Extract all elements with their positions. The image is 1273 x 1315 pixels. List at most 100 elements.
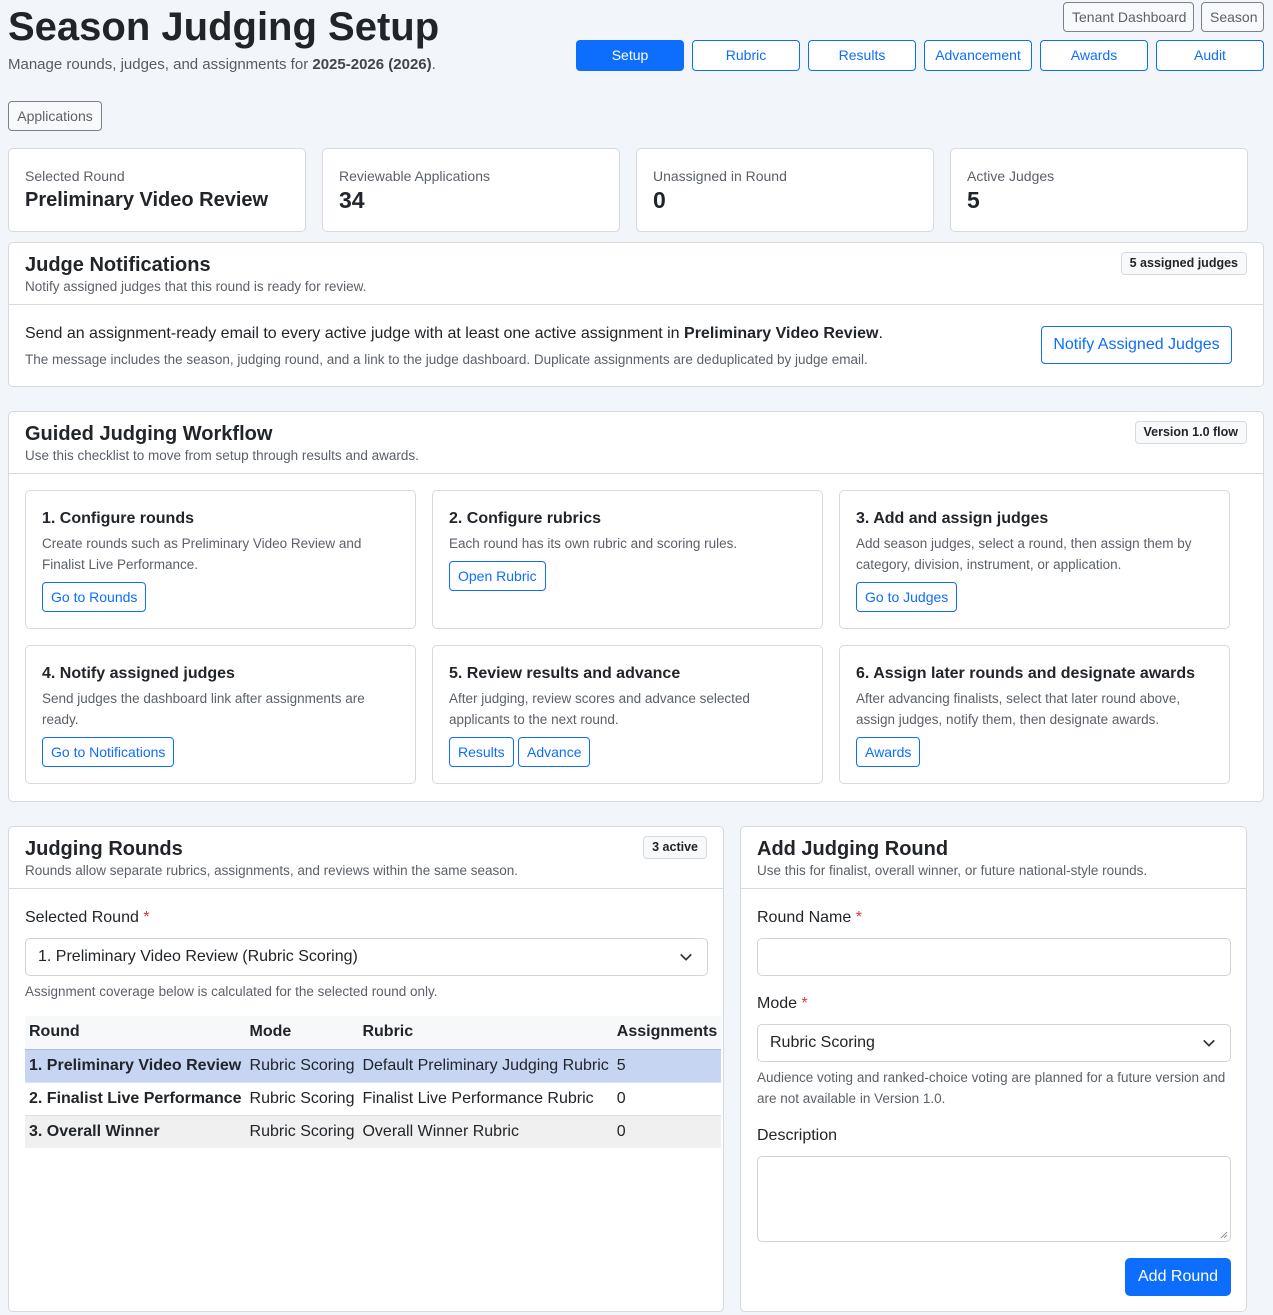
workflow-step-3: 3. Add and assign judges Add season judg… [839,490,1230,629]
assigned-judges-badge: 5 assigned judges [1120,252,1247,275]
select-value: 1. Preliminary Video Review (Rubric Scor… [38,948,358,965]
table-row[interactable]: 2. Finalist Live Performance Rubric Scor… [25,1081,722,1115]
select-value: Rubric Scoring [770,1034,875,1051]
stat-value: 5 [967,187,980,213]
round-name-cell: 1. Preliminary Video Review [25,1048,246,1082]
column-header: Assignments [612,1016,722,1049]
step-description: Add season judges, select a round, then … [856,536,1192,572]
coverage-note: Assignment coverage below is calculated … [25,984,438,999]
step-title: 4. Notify assigned judges [42,665,235,682]
description-textarea[interactable] [757,1156,1231,1242]
season-button[interactable]: Season [1201,2,1264,32]
stat-value: 0 [653,187,666,213]
step-title: 1. Configure rounds [42,510,194,527]
stat-card-unassigned: Unassigned in Round 0 [636,148,934,232]
table-header-row: Round Mode Rubric Assignments [25,1016,722,1049]
round-name-label: Round Name * [757,909,862,926]
step-title: 6. Assign later rounds and designate awa… [856,665,1196,682]
active-rounds-badge: 3 active [643,836,707,859]
stat-label: Selected Round [25,168,125,184]
card-divider [9,473,1263,474]
card-subtitle: Rounds allow separate rubrics, assignmen… [25,863,518,878]
required-marker: * [855,909,862,926]
open-rubric-button[interactable]: Open Rubric [449,561,546,591]
step-description: After advancing finalists, select that l… [856,691,1181,727]
chevron-down-icon [1203,1039,1215,1047]
tenant-dashboard-button[interactable]: Tenant Dashboard [1063,2,1194,32]
mode-select[interactable]: Rubric Scoring [757,1024,1231,1062]
tab-results[interactable]: Results [808,40,916,71]
round-name-cell: 3. Overall Winner [25,1114,246,1148]
card-title: Guided Judging Workflow [25,423,273,445]
card-subtitle: Notify assigned judges that this round i… [25,279,367,294]
round-name-input[interactable] [757,938,1231,976]
column-header: Round [25,1016,246,1049]
tab-awards[interactable]: Awards [1040,40,1148,71]
selected-round-select[interactable]: 1. Preliminary Video Review (Rubric Scor… [25,938,708,976]
card-subtitle: Use this for finalist, overall winner, o… [757,863,1148,878]
workflow-step-6: 6. Assign later rounds and designate awa… [839,645,1230,784]
awards-button[interactable]: Awards [856,737,921,767]
mode-cell: Rubric Scoring [245,1048,359,1082]
table-row[interactable]: 1. Preliminary Video Review Rubric Scori… [25,1048,722,1082]
go-to-judges-button[interactable]: Go to Judges [856,582,958,612]
stat-card-selected-round: Selected Round Preliminary Video Review [8,148,306,232]
step-description: After judging, review scores and advance… [449,691,750,727]
mode-cell: Rubric Scoring [245,1114,359,1148]
card-divider [741,888,1246,889]
step-description: Create rounds such as Preliminary Video … [42,536,362,572]
selected-round-label: Selected Round * [25,909,150,926]
assignments-cell: 0 [612,1081,722,1115]
season-name: 2025-2026 (2026) [312,56,432,73]
rounds-table: Round Mode Rubric Assignments 1. Prelimi… [25,1016,722,1148]
round-name-cell: 2. Finalist Live Performance [25,1081,246,1115]
required-marker: * [801,995,808,1012]
column-header: Mode [245,1016,359,1049]
notification-detail: The message includes the season, judging… [25,352,868,367]
judging-rounds-card: Judging Rounds Rounds allow separate rub… [8,826,724,1312]
card-subtitle: Use this checklist to move from setup th… [25,448,419,463]
stat-card-active-judges: Active Judges 5 [950,148,1248,232]
table-row[interactable]: 3. Overall Winner Rubric Scoring Overall… [25,1114,722,1148]
results-button[interactable]: Results [449,737,514,767]
version-badge: Version 1.0 flow [1134,421,1247,444]
mode-cell: Rubric Scoring [245,1081,359,1115]
tab-advancement[interactable]: Advancement [924,40,1032,71]
stat-value: Preliminary Video Review [25,189,269,211]
advance-button[interactable]: Advance [518,737,591,767]
go-to-rounds-button[interactable]: Go to Rounds [42,582,147,612]
notification-message: Send an assignment-ready email to every … [25,325,883,342]
workflow-step-5: 5. Review results and advance After judg… [432,645,823,784]
tab-rubric[interactable]: Rubric [692,40,800,71]
step-description: Send judges the dashboard link after ass… [42,691,365,727]
step-description: Each round has its own rubric and scorin… [449,536,738,551]
card-title: Judge Notifications [25,254,211,276]
card-title: Add Judging Round [757,838,949,860]
add-round-button[interactable]: Add Round [1125,1258,1231,1296]
judge-notifications-card: Judge Notifications Notify assigned judg… [8,242,1264,387]
workflow-step-2: 2. Configure rubrics Each round has its … [432,490,823,629]
mode-help-text: Audience voting and ranked-choice voting… [757,1070,1226,1106]
go-to-notifications-button[interactable]: Go to Notifications [42,737,175,767]
resize-handle-icon[interactable] [1219,1230,1228,1239]
tab-setup[interactable]: Setup [576,40,684,71]
workflow-step-1: 1. Configure rounds Create rounds such a… [25,490,416,629]
step-title: 5. Review results and advance [449,665,681,682]
stat-label: Active Judges [967,168,1055,184]
step-title: 2. Configure rubrics [449,510,602,527]
notify-assigned-judges-button[interactable]: Notify Assigned Judges [1041,326,1232,364]
page-title: Season Judging Setup [8,5,440,49]
stat-value: 34 [339,187,365,213]
mode-label: Mode * [757,995,808,1012]
applications-button[interactable]: Applications [8,101,102,131]
step-title: 3. Add and assign judges [856,510,1049,527]
rubric-cell: Default Preliminary Judging Rubric [358,1048,613,1082]
column-header: Rubric [358,1016,613,1049]
card-title: Judging Rounds [25,838,183,860]
assignments-cell: 5 [612,1048,722,1082]
add-judging-round-card: Add Judging Round Use this for finalist,… [740,826,1247,1312]
required-marker: * [143,909,150,926]
tab-audit[interactable]: Audit [1156,40,1264,71]
card-divider [9,304,1263,305]
guided-workflow-card: Guided Judging Workflow Use this checkli… [8,411,1264,802]
